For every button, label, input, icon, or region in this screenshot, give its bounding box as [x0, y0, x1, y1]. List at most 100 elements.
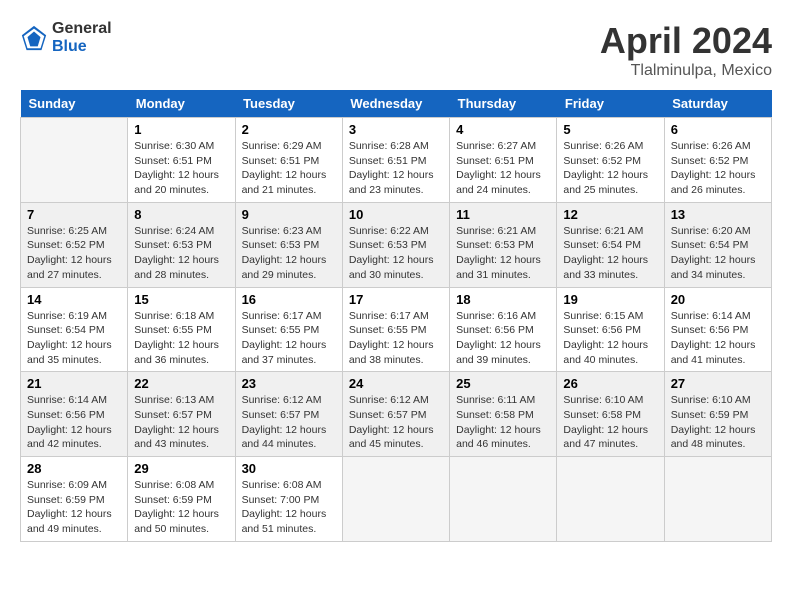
day-number: 29: [134, 461, 228, 476]
logo-general: General: [52, 20, 112, 38]
day-info: Sunrise: 6:13 AM Sunset: 6:57 PM Dayligh…: [134, 393, 228, 452]
calendar-cell: 13 Sunrise: 6:20 AM Sunset: 6:54 PM Dayli…: [664, 202, 771, 287]
calendar-cell: 19 Sunrise: 6:15 AM Sunset: 6:56 PM Dayli…: [557, 287, 664, 372]
day-number: 4: [456, 122, 550, 137]
day-info: Sunrise: 6:15 AM Sunset: 6:56 PM Dayligh…: [563, 309, 657, 368]
title-section: April 2024 Tlalminulpa, Mexico: [600, 20, 772, 80]
calendar-week-row: 28 Sunrise: 6:09 AM Sunset: 6:59 PM Dayli…: [21, 457, 772, 542]
day-info: Sunrise: 6:16 AM Sunset: 6:56 PM Dayligh…: [456, 309, 550, 368]
calendar-cell: 17 Sunrise: 6:17 AM Sunset: 6:55 PM Dayli…: [342, 287, 449, 372]
day-info: Sunrise: 6:09 AM Sunset: 6:59 PM Dayligh…: [27, 478, 121, 537]
day-info: Sunrise: 6:21 AM Sunset: 6:53 PM Dayligh…: [456, 224, 550, 283]
logo-text: General Blue: [52, 20, 112, 55]
day-number: 12: [563, 207, 657, 222]
calendar-header-row: SundayMondayTuesdayWednesdayThursdayFrid…: [21, 90, 772, 118]
day-number: 16: [242, 292, 336, 307]
day-number: 18: [456, 292, 550, 307]
day-number: 13: [671, 207, 765, 222]
day-number: 20: [671, 292, 765, 307]
calendar-cell: 18 Sunrise: 6:16 AM Sunset: 6:56 PM Dayli…: [450, 287, 557, 372]
day-info: Sunrise: 6:26 AM Sunset: 6:52 PM Dayligh…: [671, 139, 765, 198]
day-number: 19: [563, 292, 657, 307]
page-header: General Blue April 2024 Tlalminulpa, Mex…: [20, 20, 772, 80]
day-info: Sunrise: 6:25 AM Sunset: 6:52 PM Dayligh…: [27, 224, 121, 283]
calendar-cell: 28 Sunrise: 6:09 AM Sunset: 6:59 PM Dayli…: [21, 457, 128, 542]
day-info: Sunrise: 6:21 AM Sunset: 6:54 PM Dayligh…: [563, 224, 657, 283]
day-number: 11: [456, 207, 550, 222]
day-header: Sunday: [21, 90, 128, 118]
day-number: 27: [671, 376, 765, 391]
day-info: Sunrise: 6:14 AM Sunset: 6:56 PM Dayligh…: [671, 309, 765, 368]
calendar-cell: 22Sunrise: 6:13 AM Sunset: 6:57 PM Dayli…: [128, 372, 235, 457]
day-info: Sunrise: 6:26 AM Sunset: 6:52 PM Dayligh…: [563, 139, 657, 198]
calendar-week-row: 21 Sunrise: 6:14 AM Sunset: 6:56 PM Dayli…: [21, 372, 772, 457]
calendar-cell: 24Sunrise: 6:12 AM Sunset: 6:57 PM Dayli…: [342, 372, 449, 457]
day-header: Tuesday: [235, 90, 342, 118]
day-info: Sunrise: 6:11 AM Sunset: 6:58 PM Dayligh…: [456, 393, 550, 452]
calendar-cell: [342, 457, 449, 542]
calendar-cell: 9Sunrise: 6:23 AM Sunset: 6:53 PM Daylig…: [235, 202, 342, 287]
day-info: Sunrise: 6:27 AM Sunset: 6:51 PM Dayligh…: [456, 139, 550, 198]
day-info: Sunrise: 6:14 AM Sunset: 6:56 PM Dayligh…: [27, 393, 121, 452]
calendar-cell: 3Sunrise: 6:28 AM Sunset: 6:51 PM Daylig…: [342, 118, 449, 203]
calendar-cell: 10 Sunrise: 6:22 AM Sunset: 6:53 PM Dayli…: [342, 202, 449, 287]
day-header: Friday: [557, 90, 664, 118]
calendar-cell: 6 Sunrise: 6:26 AM Sunset: 6:52 PM Daylig…: [664, 118, 771, 203]
day-header: Monday: [128, 90, 235, 118]
month-title: April 2024: [600, 20, 772, 62]
calendar-week-row: 1Sunrise: 6:30 AM Sunset: 6:51 PM Daylig…: [21, 118, 772, 203]
day-header: Wednesday: [342, 90, 449, 118]
day-info: Sunrise: 6:12 AM Sunset: 6:57 PM Dayligh…: [242, 393, 336, 452]
day-number: 25: [456, 376, 550, 391]
calendar-cell: [450, 457, 557, 542]
day-number: 7: [27, 207, 121, 222]
calendar-cell: 26 Sunrise: 6:10 AM Sunset: 6:58 PM Dayli…: [557, 372, 664, 457]
day-number: 6: [671, 122, 765, 137]
calendar-cell: [664, 457, 771, 542]
calendar-cell: 25 Sunrise: 6:11 AM Sunset: 6:58 PM Dayli…: [450, 372, 557, 457]
calendar: SundayMondayTuesdayWednesdayThursdayFrid…: [20, 90, 772, 542]
day-info: Sunrise: 6:08 AM Sunset: 6:59 PM Dayligh…: [134, 478, 228, 537]
day-number: 5: [563, 122, 657, 137]
day-number: 8: [134, 207, 228, 222]
calendar-cell: 14Sunrise: 6:19 AM Sunset: 6:54 PM Dayli…: [21, 287, 128, 372]
calendar-cell: 20 Sunrise: 6:14 AM Sunset: 6:56 PM Dayli…: [664, 287, 771, 372]
day-info: Sunrise: 6:17 AM Sunset: 6:55 PM Dayligh…: [349, 309, 443, 368]
calendar-cell: 29 Sunrise: 6:08 AM Sunset: 6:59 PM Dayli…: [128, 457, 235, 542]
calendar-cell: 16 Sunrise: 6:17 AM Sunset: 6:55 PM Dayli…: [235, 287, 342, 372]
calendar-cell: 8Sunrise: 6:24 AM Sunset: 6:53 PM Daylig…: [128, 202, 235, 287]
day-number: 15: [134, 292, 228, 307]
calendar-cell: [557, 457, 664, 542]
calendar-cell: 2Sunrise: 6:29 AM Sunset: 6:51 PM Daylig…: [235, 118, 342, 203]
calendar-week-row: 14Sunrise: 6:19 AM Sunset: 6:54 PM Dayli…: [21, 287, 772, 372]
logo-blue: Blue: [52, 38, 112, 56]
location: Tlalminulpa, Mexico: [600, 62, 772, 80]
day-info: Sunrise: 6:22 AM Sunset: 6:53 PM Dayligh…: [349, 224, 443, 283]
calendar-cell: 15Sunrise: 6:18 AM Sunset: 6:55 PM Dayli…: [128, 287, 235, 372]
day-info: Sunrise: 6:20 AM Sunset: 6:54 PM Dayligh…: [671, 224, 765, 283]
calendar-cell: 12 Sunrise: 6:21 AM Sunset: 6:54 PM Dayli…: [557, 202, 664, 287]
day-number: 17: [349, 292, 443, 307]
calendar-cell: 5 Sunrise: 6:26 AM Sunset: 6:52 PM Daylig…: [557, 118, 664, 203]
day-number: 3: [349, 122, 443, 137]
day-header: Thursday: [450, 90, 557, 118]
calendar-week-row: 7 Sunrise: 6:25 AM Sunset: 6:52 PM Daylig…: [21, 202, 772, 287]
calendar-cell: 11 Sunrise: 6:21 AM Sunset: 6:53 PM Dayli…: [450, 202, 557, 287]
day-number: 10: [349, 207, 443, 222]
calendar-cell: 4 Sunrise: 6:27 AM Sunset: 6:51 PM Daylig…: [450, 118, 557, 203]
day-number: 28: [27, 461, 121, 476]
calendar-cell: [21, 118, 128, 203]
calendar-cell: 27Sunrise: 6:10 AM Sunset: 6:59 PM Dayli…: [664, 372, 771, 457]
day-info: Sunrise: 6:08 AM Sunset: 7:00 PM Dayligh…: [242, 478, 336, 537]
day-number: 2: [242, 122, 336, 137]
day-number: 24: [349, 376, 443, 391]
calendar-cell: 23Sunrise: 6:12 AM Sunset: 6:57 PM Dayli…: [235, 372, 342, 457]
day-number: 26: [563, 376, 657, 391]
calendar-cell: 1Sunrise: 6:30 AM Sunset: 6:51 PM Daylig…: [128, 118, 235, 203]
day-info: Sunrise: 6:10 AM Sunset: 6:58 PM Dayligh…: [563, 393, 657, 452]
day-info: Sunrise: 6:30 AM Sunset: 6:51 PM Dayligh…: [134, 139, 228, 198]
calendar-cell: 30Sunrise: 6:08 AM Sunset: 7:00 PM Dayli…: [235, 457, 342, 542]
day-info: Sunrise: 6:17 AM Sunset: 6:55 PM Dayligh…: [242, 309, 336, 368]
day-number: 21: [27, 376, 121, 391]
calendar-cell: 7 Sunrise: 6:25 AM Sunset: 6:52 PM Daylig…: [21, 202, 128, 287]
